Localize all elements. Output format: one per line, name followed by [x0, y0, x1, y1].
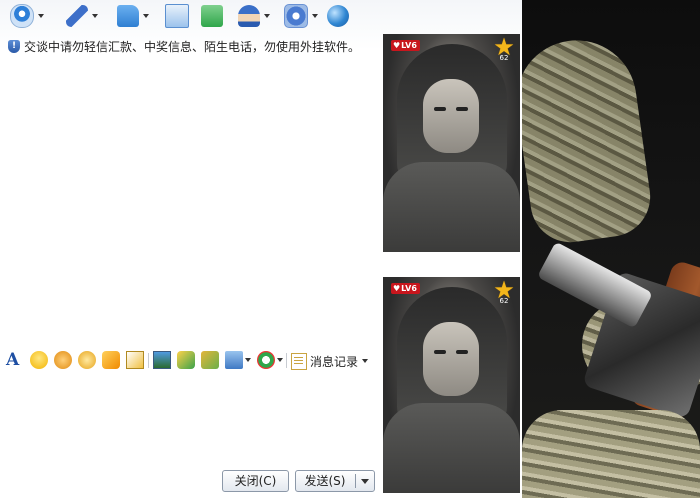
globe-icon — [327, 5, 349, 27]
avatar-coat — [383, 403, 520, 493]
font-button[interactable]: A — [6, 350, 19, 370]
contact-avatar-show[interactable]: ♥ LV6 ★ 62 — [383, 34, 520, 252]
star-badge[interactable]: ★ 62 — [492, 278, 516, 305]
microphone-icon — [66, 5, 88, 27]
separator — [148, 353, 149, 368]
sms-button[interactable] — [201, 3, 223, 29]
close-button[interactable]: 关闭(C) — [222, 470, 289, 492]
screenshot-icon[interactable] — [126, 351, 144, 369]
chevron-down-icon[interactable] — [264, 14, 270, 18]
level-badge: ♥ LV6 — [391, 40, 420, 51]
shake-icon[interactable] — [102, 351, 120, 369]
level-badge: ♥ LV6 — [391, 283, 420, 294]
separator — [286, 353, 287, 368]
screen-share-icon[interactable] — [225, 351, 243, 369]
heart-icon: ♥ — [393, 284, 401, 293]
avatar-face — [423, 322, 479, 396]
music-icon[interactable] — [201, 351, 219, 369]
smiley-icon[interactable] — [30, 351, 48, 369]
message-input[interactable] — [2, 374, 378, 466]
gear-icon — [284, 4, 308, 28]
shield-icon: ! — [8, 39, 20, 53]
avatar-coat — [383, 162, 520, 252]
video-chat-button[interactable] — [10, 3, 44, 29]
magic-face-icon[interactable] — [54, 351, 72, 369]
chevron-down-icon[interactable] — [277, 358, 283, 362]
desktop-wallpaper — [522, 0, 700, 498]
send-file-button[interactable] — [117, 3, 149, 29]
message-icon — [201, 5, 223, 27]
mail-icon — [165, 4, 189, 28]
chat-window: ! 交谈中请勿轻信汇款、中奖信息、陌生电话，勿使用外挂软件。 A 消息记录 关闭… — [0, 0, 522, 498]
self-avatar-show[interactable]: ♥ LV6 ★ 62 — [383, 277, 520, 493]
voice-chat-button[interactable] — [66, 3, 98, 29]
webcam-icon — [10, 4, 34, 28]
doodle-icon[interactable] — [177, 351, 195, 369]
send-button[interactable]: 发送(S) — [295, 470, 375, 492]
separator — [355, 474, 356, 488]
image-icon[interactable] — [153, 351, 171, 369]
chevron-down-icon[interactable] — [312, 14, 318, 18]
chevron-down-icon[interactable] — [38, 14, 44, 18]
chevron-down-icon[interactable] — [245, 358, 251, 362]
avatar-face — [423, 79, 479, 153]
send-options-chevron-icon[interactable] — [361, 479, 369, 484]
chevron-down-icon[interactable] — [143, 14, 149, 18]
quick-reply-icon[interactable] — [257, 351, 275, 369]
message-history-button[interactable]: 消息记录 — [291, 351, 369, 371]
send-mail-button[interactable] — [165, 3, 189, 29]
close-button-label: 关闭(C) — [234, 474, 277, 488]
folder-icon — [117, 5, 139, 27]
apps-button[interactable] — [284, 3, 318, 29]
message-history-label: 消息记录 — [310, 354, 359, 369]
star-badge[interactable]: ★ 62 — [492, 35, 516, 62]
security-notice-text: 交谈中请勿轻信汇款、中奖信息、陌生电话，勿使用外挂软件。 — [24, 39, 361, 54]
wink-icon[interactable] — [78, 351, 96, 369]
document-icon — [291, 352, 307, 370]
send-button-label: 发送(S) — [304, 474, 346, 488]
chevron-down-icon[interactable] — [92, 14, 98, 18]
input-toolbar: A 消息记录 — [0, 350, 380, 372]
snake-image — [522, 32, 656, 248]
message-display-area[interactable] — [2, 58, 378, 346]
remote-assist-button[interactable] — [238, 3, 270, 29]
top-toolbar — [0, 0, 522, 32]
heart-icon: ♥ — [393, 41, 401, 50]
revolver-image — [537, 225, 700, 421]
security-notice: ! 交谈中请勿轻信汇款、中奖信息、陌生电话，勿使用外挂软件。 — [8, 38, 360, 54]
user-cap-icon — [238, 5, 260, 27]
chevron-down-icon[interactable] — [362, 359, 369, 363]
more-button[interactable] — [327, 3, 349, 29]
